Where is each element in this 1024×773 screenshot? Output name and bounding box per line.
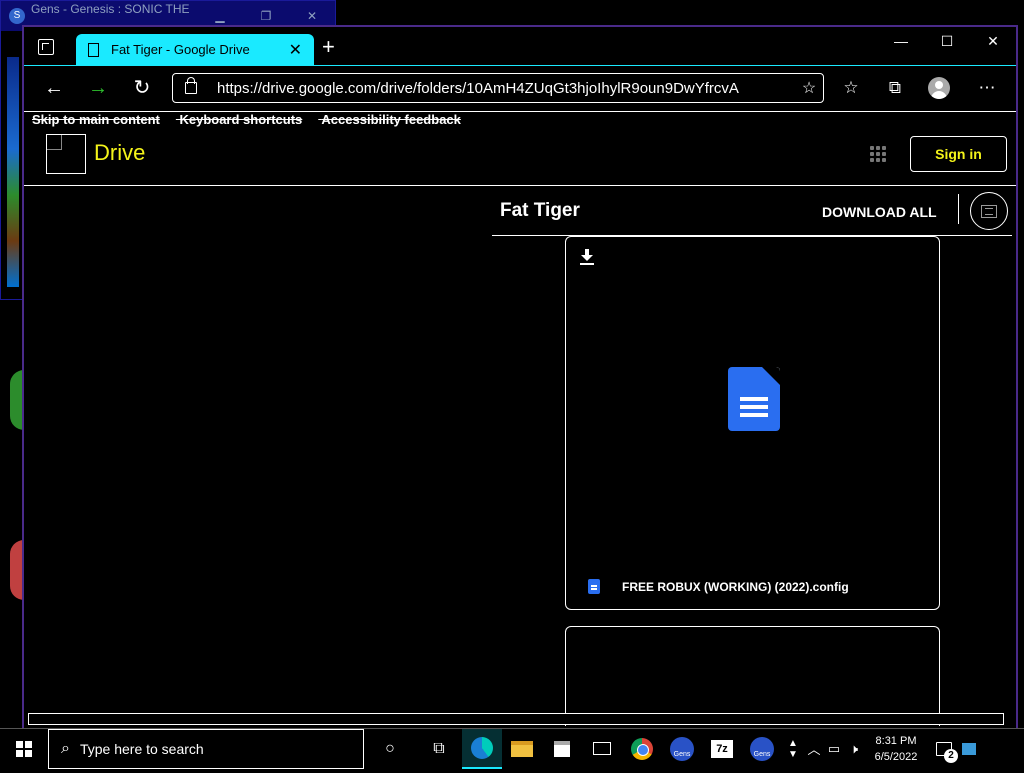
list-view-button[interactable]	[970, 192, 1008, 230]
favorites-icon[interactable]: ☆	[836, 75, 866, 103]
windows-icon	[16, 740, 32, 757]
chrome-icon[interactable]	[622, 729, 662, 769]
gens-restore-button[interactable]: ❐	[243, 9, 289, 23]
gens-app-icon: S	[9, 8, 25, 24]
gens-taskbar-icon[interactable]: Gens	[662, 729, 702, 769]
show-desktop-button[interactable]	[960, 729, 978, 769]
new-tab-button[interactable]: +	[322, 36, 335, 58]
store-icon[interactable]	[542, 729, 582, 769]
clock-time: 8:31 PM	[875, 734, 917, 747]
tab-title: Fat Tiger - Google Drive	[111, 42, 250, 57]
minimize-button[interactable]: —	[878, 27, 924, 57]
gens-close-button[interactable]: ✕	[289, 9, 335, 23]
list-view-icon	[981, 205, 997, 218]
search-placeholder: Type here to search	[79, 740, 204, 757]
gens-game-screen	[7, 57, 19, 287]
lock-icon[interactable]	[185, 77, 197, 94]
folder-toolbar: Fat Tiger DOWNLOAD ALL	[492, 188, 1012, 236]
file-name[interactable]: FREE ROBUX (WORKING) (2022).config	[622, 580, 849, 594]
browser-window: Fat Tiger - Google Drive ✕ + — ☐ ✕ ← → ↻…	[22, 25, 1018, 730]
clock[interactable]: 8:31 PM 6/5/2022	[864, 733, 928, 765]
system-tray: ︿ ▭ 🕨 8:31 PM 6/5/2022 2	[804, 729, 978, 769]
page-content: Skip to main content Keyboard shortcuts …	[24, 111, 1016, 726]
gens-taskbar-icon-2[interactable]: Gens	[742, 729, 782, 769]
gens-minimize-button[interactable]: ▁	[197, 9, 243, 23]
volume-icon[interactable]: 🕨	[844, 741, 864, 757]
forward-button[interactable]: →	[84, 75, 112, 103]
taskbar-search[interactable]: ⌕ Type here to search	[48, 728, 364, 769]
skip-link-shortcuts[interactable]: Keyboard shortcuts	[179, 112, 302, 127]
maximize-button[interactable]: ☐	[924, 27, 970, 57]
file-type-icon	[588, 579, 600, 594]
file-explorer-icon[interactable]	[502, 729, 542, 769]
notification-center-icon[interactable]: 2	[928, 729, 960, 769]
skip-link-feedback[interactable]: Accessibility feedback	[321, 112, 460, 127]
download-all-button[interactable]: DOWNLOAD ALL	[822, 204, 937, 220]
drive-app-name[interactable]: Drive	[94, 140, 145, 166]
tab-bar: Fat Tiger - Google Drive ✕ + — ☐ ✕	[24, 27, 1016, 65]
start-button[interactable]	[0, 729, 48, 769]
taskbar: ⌕ Type here to search ○ ⧉ Gens 7z Gens ▲…	[0, 728, 1024, 769]
add-favorite-icon[interactable]: ☆	[795, 78, 823, 98]
more-menu-icon[interactable]: ⋯	[972, 75, 1002, 103]
url-text[interactable]: https://drive.google.com/drive/folders/1…	[217, 80, 795, 97]
file-card[interactable]: FREE ROBUX (WORKING) (2022).config	[565, 236, 940, 610]
collections-icon[interactable]: ⧉	[880, 75, 910, 103]
profile-avatar[interactable]	[928, 77, 950, 99]
cortana-icon[interactable]: ○	[364, 729, 416, 769]
search-icon: ⌕	[61, 739, 70, 757]
7zip-icon[interactable]: 7z	[702, 729, 742, 769]
google-apps-icon[interactable]	[870, 146, 886, 162]
skip-link-main[interactable]: Skip to main content	[32, 112, 160, 127]
toolbar-divider	[958, 194, 959, 224]
address-bar[interactable]: https://drive.google.com/drive/folders/1…	[172, 73, 824, 103]
show-hidden-icons[interactable]: ︿	[804, 739, 824, 758]
tab-close-button[interactable]: ✕	[289, 40, 302, 60]
address-bar-row: ← → ↻ https://drive.google.com/drive/fol…	[24, 65, 1016, 111]
horizontal-scrollbar[interactable]	[28, 713, 1004, 725]
edge-icon[interactable]	[462, 728, 502, 769]
folder-title: Fat Tiger	[500, 200, 580, 221]
document-icon	[728, 367, 780, 431]
back-button[interactable]: ←	[40, 75, 68, 103]
download-icon[interactable]	[580, 249, 594, 265]
clock-date: 6/5/2022	[874, 750, 918, 763]
network-icon[interactable]: ▭	[824, 741, 844, 757]
close-button[interactable]: ✕	[970, 27, 1016, 57]
window-controls: — ☐ ✕	[878, 27, 1016, 57]
drive-header: Drive Sign in	[24, 130, 1016, 186]
task-view-icon[interactable]: ⧉	[416, 729, 462, 769]
tab-fat-tiger[interactable]: Fat Tiger - Google Drive ✕	[76, 34, 314, 65]
taskbar-scroll-icon[interactable]: ▲ ▼	[782, 729, 804, 769]
skip-links: Skip to main content Keyboard shortcuts …	[32, 112, 477, 127]
drive-logo-image[interactable]	[46, 134, 86, 174]
file-card-partial[interactable]	[565, 626, 940, 726]
mail-icon[interactable]	[582, 729, 622, 769]
notification-count: 2	[944, 748, 958, 763]
page-icon	[88, 42, 99, 57]
tab-actions-icon[interactable]	[38, 39, 54, 55]
reload-button[interactable]: ↻	[128, 75, 156, 103]
sign-in-button[interactable]: Sign in	[910, 136, 1007, 172]
